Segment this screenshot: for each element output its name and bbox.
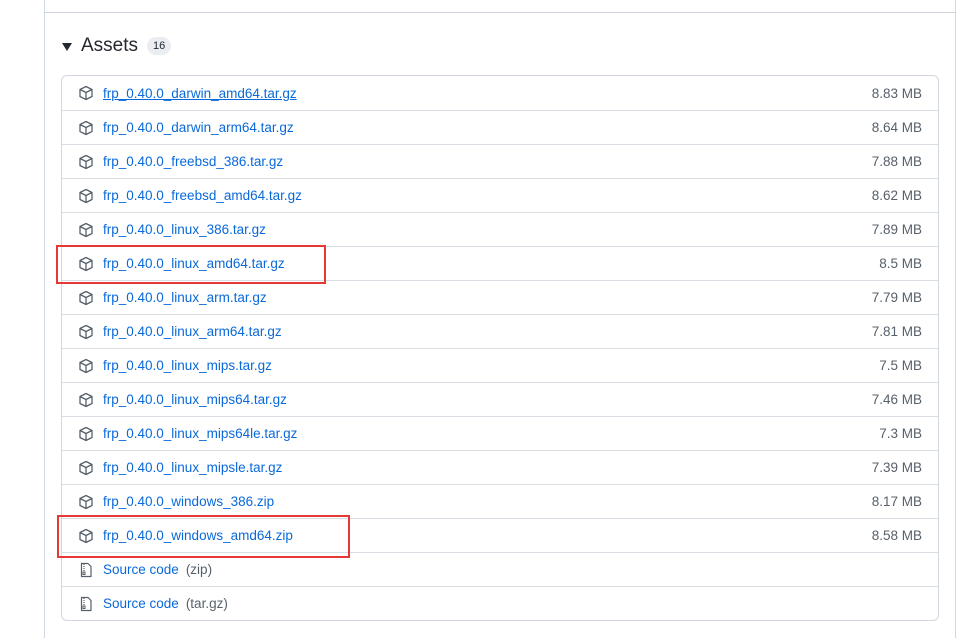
asset-link[interactable]: frp_0.40.0_linux_mips64.tar.gz xyxy=(103,392,287,407)
asset-row: frp_0.40.0_linux_mips64.tar.gz 7.46 MB xyxy=(62,382,938,416)
asset-size: 8.17 MB xyxy=(871,494,922,509)
asset-size: 7.81 MB xyxy=(871,324,922,339)
asset-row: frp_0.40.0_darwin_amd64.tar.gz 8.83 MB xyxy=(62,76,938,110)
asset-row: frp_0.40.0_linux_arm64.tar.gz 7.81 MB xyxy=(62,314,938,348)
package-icon xyxy=(78,120,94,136)
source-code-format: (tar.gz) xyxy=(185,596,228,611)
asset-row: frp_0.40.0_linux_arm.tar.gz 7.79 MB xyxy=(62,280,938,314)
asset-row: frp_0.40.0_windows_amd64.zip 8.58 MB xyxy=(62,518,938,552)
asset-link[interactable]: frp_0.40.0_linux_amd64.tar.gz xyxy=(103,256,285,271)
asset-row: frp_0.40.0_linux_mips.tar.gz 7.5 MB xyxy=(62,348,938,382)
asset-size: 8.64 MB xyxy=(871,120,922,135)
package-icon xyxy=(78,426,94,442)
asset-row: frp_0.40.0_linux_mipsle.tar.gz 7.39 MB xyxy=(62,450,938,484)
asset-size: 7.79 MB xyxy=(871,290,922,305)
asset-link[interactable]: frp_0.40.0_linux_mipsle.tar.gz xyxy=(103,460,282,475)
asset-link[interactable]: frp_0.40.0_darwin_arm64.tar.gz xyxy=(103,120,294,135)
asset-size: 7.46 MB xyxy=(871,392,922,407)
asset-size: 8.62 MB xyxy=(871,188,922,203)
asset-link[interactable]: frp_0.40.0_windows_amd64.zip xyxy=(103,528,293,543)
package-icon xyxy=(78,494,94,510)
asset-size: 8.58 MB xyxy=(871,528,922,543)
package-icon xyxy=(78,358,94,374)
package-icon xyxy=(78,188,94,204)
package-icon xyxy=(78,85,94,101)
asset-row: frp_0.40.0_darwin_arm64.tar.gz 8.64 MB xyxy=(62,110,938,144)
assets-title[interactable]: Assets xyxy=(81,35,138,57)
asset-link[interactable]: frp_0.40.0_linux_arm.tar.gz xyxy=(103,290,267,305)
asset-size: 7.39 MB xyxy=(871,460,922,475)
asset-link[interactable]: frp_0.40.0_freebsd_386.tar.gz xyxy=(103,154,283,169)
asset-row: frp_0.40.0_linux_386.tar.gz 7.89 MB xyxy=(62,212,938,246)
asset-row: frp_0.40.0_freebsd_amd64.tar.gz 8.62 MB xyxy=(62,178,938,212)
asset-size: 7.89 MB xyxy=(871,222,922,237)
asset-link[interactable]: frp_0.40.0_freebsd_amd64.tar.gz xyxy=(103,188,302,203)
asset-row: frp_0.40.0_linux_mips64le.tar.gz 7.3 MB xyxy=(62,416,938,450)
asset-list: frp_0.40.0_darwin_amd64.tar.gz 8.83 MB f… xyxy=(61,75,939,621)
package-icon xyxy=(78,154,94,170)
asset-size: 8.5 MB xyxy=(879,256,922,271)
assets-count-badge: 16 xyxy=(147,37,172,55)
section-divider xyxy=(44,12,956,13)
source-code-format: (zip) xyxy=(185,562,213,577)
source-code-targz-link[interactable]: Source code xyxy=(103,596,179,611)
package-icon xyxy=(78,324,94,340)
source-code-row: Source code (zip) xyxy=(62,552,938,586)
package-icon xyxy=(78,290,94,306)
package-icon xyxy=(78,392,94,408)
package-icon xyxy=(78,222,94,238)
file-zip-icon xyxy=(78,596,94,612)
package-icon xyxy=(78,460,94,476)
asset-size: 8.83 MB xyxy=(871,85,922,101)
asset-link[interactable]: frp_0.40.0_linux_mips.tar.gz xyxy=(103,358,272,373)
asset-size: 7.88 MB xyxy=(871,154,922,169)
asset-row: frp_0.40.0_linux_amd64.tar.gz 8.5 MB xyxy=(62,246,938,280)
package-icon xyxy=(78,528,94,544)
assets-header[interactable]: Assets 16 xyxy=(62,32,172,60)
asset-link[interactable]: frp_0.40.0_linux_386.tar.gz xyxy=(103,222,266,237)
package-icon xyxy=(78,256,94,272)
asset-link[interactable]: frp_0.40.0_linux_mips64le.tar.gz xyxy=(103,426,297,441)
asset-link[interactable]: frp_0.40.0_windows_386.zip xyxy=(103,494,274,509)
asset-row: frp_0.40.0_windows_386.zip 8.17 MB xyxy=(62,484,938,518)
source-code-zip-link[interactable]: Source code xyxy=(103,562,179,577)
asset-link[interactable]: frp_0.40.0_darwin_amd64.tar.gz xyxy=(103,86,297,101)
asset-link[interactable]: frp_0.40.0_linux_arm64.tar.gz xyxy=(103,324,282,339)
asset-row: frp_0.40.0_freebsd_386.tar.gz 7.88 MB xyxy=(62,144,938,178)
asset-size: 7.3 MB xyxy=(879,426,922,441)
asset-size: 7.5 MB xyxy=(879,358,922,373)
caret-down-icon[interactable] xyxy=(62,43,72,51)
file-zip-icon xyxy=(78,562,94,578)
source-code-row: Source code (tar.gz) xyxy=(62,586,938,620)
